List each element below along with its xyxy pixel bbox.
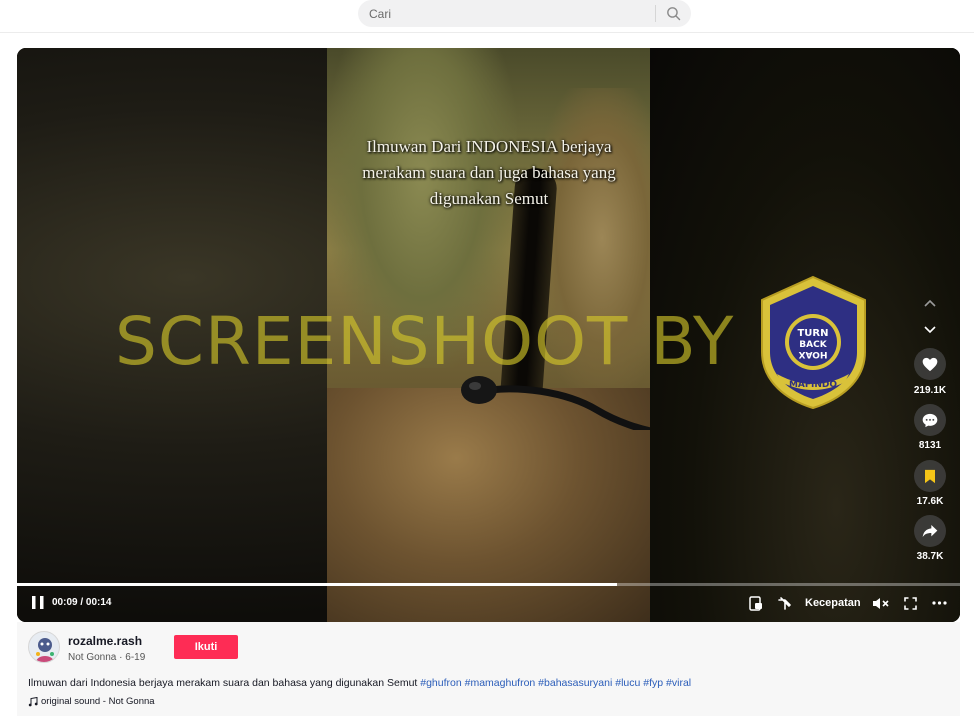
avatar-image [36,638,54,662]
top-bar [0,0,974,33]
pause-icon[interactable] [31,595,45,610]
control-bar: 00:09 / 00:14 Kecepatan [17,589,960,617]
search-box[interactable] [358,0,691,27]
float-player-button[interactable] [775,594,793,612]
hashtag-link[interactable]: #viral [666,677,691,689]
comment-icon [922,413,938,427]
previous-video-button[interactable] [915,291,945,315]
author-subtitle: Not Gonna · 6-19 [68,652,146,663]
save-button[interactable] [914,460,946,492]
comment-count: 8131 [918,440,942,451]
video-subtitle: Ilmuwan Dari INDONESIA berjaya merakam s… [362,137,616,208]
hashtag-link[interactable]: #bahasasuryani [538,677,612,689]
chevron-down-icon [924,326,936,334]
avatar[interactable] [28,631,60,663]
sound-link[interactable]: original sound - Not Gonna [28,696,155,707]
more-dots-icon [931,601,947,605]
mute-button[interactable] [871,594,889,612]
hashtag-link[interactable]: #lucu [615,677,640,689]
picture-in-picture-button[interactable] [747,594,765,612]
save-count: 17.6K [916,496,944,507]
progress-bar[interactable] [17,583,960,586]
float-icon [777,596,791,610]
share-count: 38.7K [916,551,944,562]
music-note-icon [28,696,38,706]
time-display: 00:09 / 00:14 [52,597,112,608]
more-options-button[interactable] [929,594,949,612]
fullscreen-button[interactable] [901,594,919,612]
svg-text:HOAX: HOAX [799,349,828,359]
author-username[interactable]: rozalme.rash [68,634,142,648]
muted-speaker-icon [872,597,889,609]
chevron-up-icon [924,299,936,307]
hashtag-link[interactable]: #fyp [643,677,663,689]
watermark-text: SCREENSHOOT BY [115,303,735,380]
search-input[interactable] [369,4,649,23]
hashtag-link[interactable]: #mamaghufron [465,677,536,689]
svg-text:BACK: BACK [799,340,827,350]
action-rail: 219.1K 8131 17.6K 38.7K [910,48,950,622]
pip-icon [749,595,762,611]
share-button[interactable] [914,515,946,547]
svg-text:TURN: TURN [797,328,828,339]
video-info-section: rozalme.rash Not Gonna · 6-19 Ikuti Ilmu… [17,622,960,716]
svg-text:MAFINDO: MAFINDO [789,380,837,390]
video-player[interactable]: Ilmuwan Dari INDONESIA berjaya merakam s… [17,48,960,622]
search-divider [655,5,656,22]
mafindo-badge-logo: TURN BACK HOAX MAFINDO [761,275,866,410]
like-count: 219.1K [913,385,947,396]
caption-text: Ilmuwan dari Indonesia berjaya merakam s… [28,677,418,689]
video-caption: Ilmuwan dari Indonesia berjaya merakam s… [28,677,691,689]
follow-button[interactable]: Ikuti [174,635,238,659]
speed-button[interactable]: Kecepatan [805,597,861,609]
sound-label: original sound - Not Gonna [41,696,155,707]
next-video-button[interactable] [915,318,945,342]
comment-button[interactable] [914,404,946,436]
fullscreen-icon [903,596,917,610]
like-button[interactable] [914,348,946,380]
search-icon[interactable] [665,5,682,22]
progress-fill [17,583,617,586]
hashtag-link[interactable]: #ghufron [420,677,461,689]
heart-icon [922,357,938,371]
bookmark-icon [925,469,935,483]
share-arrow-icon [922,525,938,537]
